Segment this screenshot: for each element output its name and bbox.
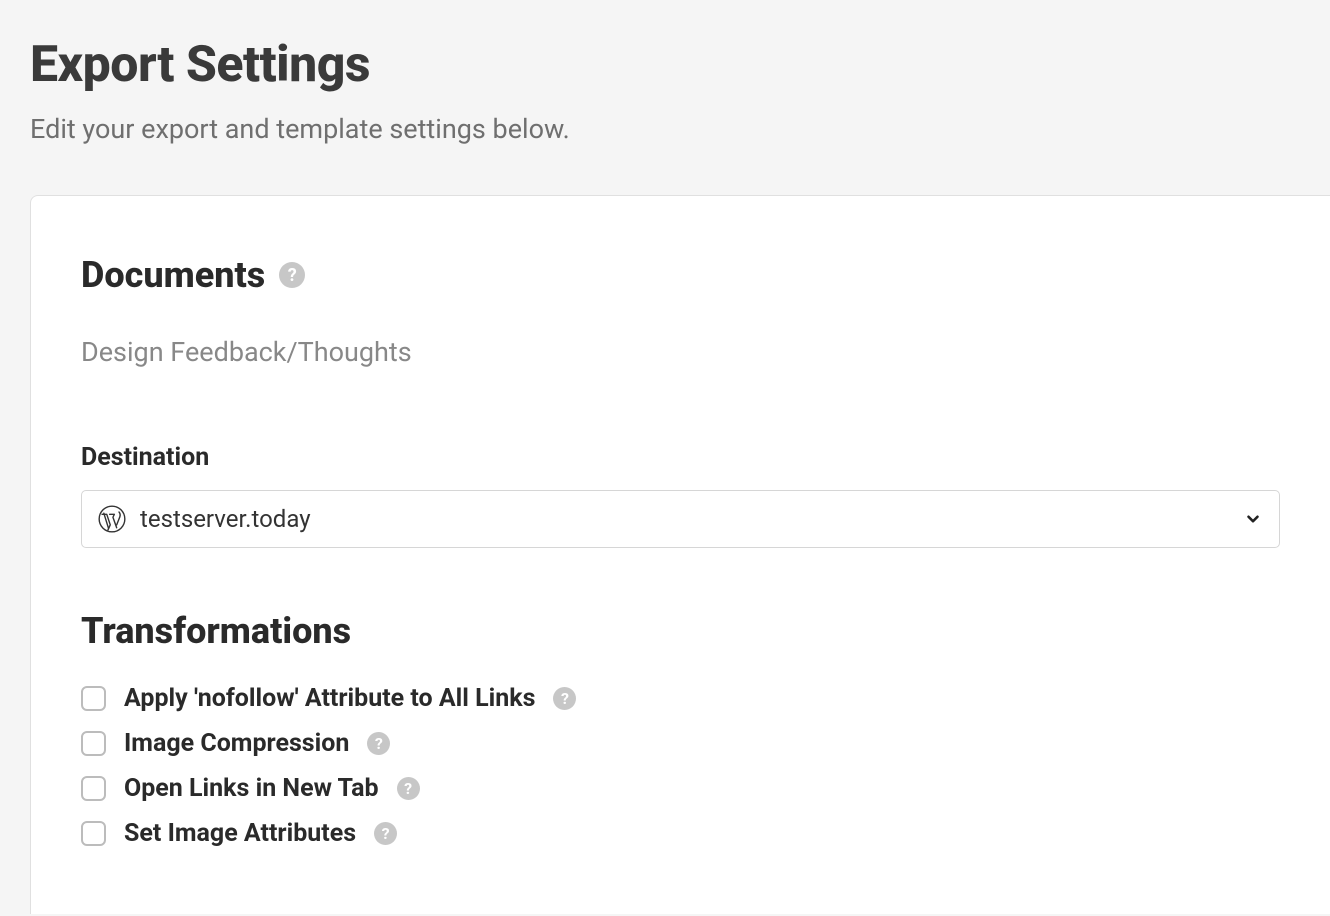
page-subtitle: Edit your export and template settings b…	[30, 113, 1300, 145]
settings-panel: Documents ? Design Feedback/Thoughts Des…	[30, 195, 1330, 914]
checkbox-image-attributes[interactable]	[81, 821, 106, 846]
help-icon[interactable]: ?	[279, 262, 305, 288]
help-icon[interactable]: ?	[553, 687, 576, 710]
documents-header: Documents ?	[81, 254, 1280, 296]
checkbox-label[interactable]: Set Image Attributes	[124, 819, 356, 848]
documents-heading: Documents	[81, 254, 265, 296]
page-title: Export Settings	[30, 38, 1300, 93]
checkbox-row-image-attributes: Set Image Attributes ?	[81, 819, 1280, 848]
help-icon[interactable]: ?	[367, 732, 390, 755]
destination-label: Destination	[81, 443, 1280, 472]
destination-selected-value: testserver.today	[140, 505, 311, 533]
checkbox-label[interactable]: Open Links in New Tab	[124, 774, 379, 803]
page-header: Export Settings Edit your export and tem…	[0, 0, 1330, 175]
checkbox-row-open-new-tab: Open Links in New Tab ?	[81, 774, 1280, 803]
wordpress-icon	[98, 505, 126, 533]
checkbox-open-new-tab[interactable]	[81, 776, 106, 801]
destination-field: Destination testserver.today	[81, 443, 1280, 548]
document-name: Design Feedback/Thoughts	[81, 336, 1280, 368]
checkbox-label[interactable]: Image Compression	[124, 729, 349, 758]
help-icon[interactable]: ?	[374, 822, 397, 845]
destination-select[interactable]: testserver.today	[81, 490, 1280, 548]
transformations-heading: Transformations	[81, 610, 1280, 652]
destination-select-wrap: testserver.today	[81, 490, 1280, 548]
checkbox-label[interactable]: Apply 'nofollow' Attribute to All Links	[124, 684, 535, 713]
checkbox-row-image-compression: Image Compression ?	[81, 729, 1280, 758]
transformations-list: Apply 'nofollow' Attribute to All Links …	[81, 684, 1280, 848]
checkbox-row-nofollow: Apply 'nofollow' Attribute to All Links …	[81, 684, 1280, 713]
help-icon[interactable]: ?	[397, 777, 420, 800]
checkbox-image-compression[interactable]	[81, 731, 106, 756]
checkbox-nofollow[interactable]	[81, 686, 106, 711]
transformations-section: Transformations Apply 'nofollow' Attribu…	[81, 610, 1280, 848]
